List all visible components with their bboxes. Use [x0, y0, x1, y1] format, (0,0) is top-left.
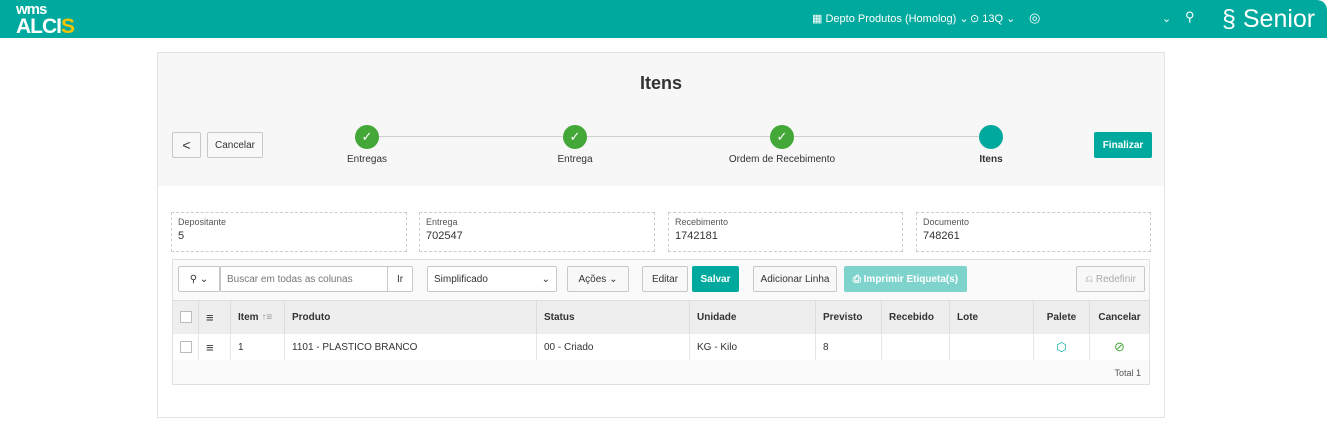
step-done-icon: ✓	[355, 125, 379, 149]
cell-previsto[interactable]: 8	[816, 334, 882, 360]
logo[interactable]: wms ALCIS	[16, 2, 75, 37]
items-grid: ⚲ ⌄ Buscar em todas as colunas Ir Simpli…	[172, 259, 1150, 385]
add-row-button[interactable]: Adicionar Linha	[753, 266, 837, 292]
search-column-selector[interactable]: ⚲ ⌄	[178, 266, 220, 292]
field-recebimento: Recebimento 1742181	[668, 212, 903, 252]
wizard-panel: Itens < Cancelar ✓ ✓ ✓ Entregas Entrega …	[157, 52, 1165, 418]
step-current-icon	[979, 125, 1003, 149]
cell-unidade[interactable]: KG - Kilo	[690, 334, 816, 360]
row-menu-icon[interactable]: ≡	[199, 334, 231, 360]
column-header-palete[interactable]: Palete	[1034, 300, 1090, 334]
cancel-button[interactable]: Cancelar	[207, 132, 263, 158]
wizard-header: Itens < Cancelar ✓ ✓ ✓ Entregas Entrega …	[158, 53, 1164, 186]
step-label: Itens	[979, 154, 1003, 165]
reset-button[interactable]: ⎌ Redefinir	[1076, 266, 1145, 292]
senior-logo: § Senior	[1222, 5, 1316, 33]
total-count: Total 1	[1114, 368, 1141, 378]
row-menu-icon[interactable]: ≡	[199, 300, 231, 334]
sort-asc-icon: ↑≡	[258, 311, 273, 323]
search-input[interactable]: Buscar em todas as colunas	[220, 266, 388, 292]
back-button[interactable]: <	[172, 132, 201, 158]
column-header-recebido[interactable]: Recebido	[882, 300, 950, 334]
row-checkbox[interactable]	[173, 334, 199, 360]
actions-menu[interactable]: Ações ⌄	[567, 266, 629, 292]
field-entrega: Entrega 702547	[419, 212, 655, 252]
building-icon: ▦	[812, 13, 826, 25]
column-header-lote[interactable]: Lote	[950, 300, 1034, 334]
reset-icon: ⎌	[1085, 273, 1096, 285]
select-all-checkbox[interactable]	[173, 300, 199, 334]
column-header-produto[interactable]: Produto	[285, 300, 537, 334]
column-header-status[interactable]: Status	[537, 300, 690, 334]
location-selector[interactable]: ⊙ 13Q ⌄	[970, 12, 1015, 25]
step-label: Entrega	[557, 154, 593, 165]
page-title: Itens	[639, 73, 682, 93]
field-documento: Documento 748261	[916, 212, 1151, 252]
cancel-icon[interactable]: ⊘	[1090, 334, 1150, 360]
cell-recebido[interactable]	[882, 334, 950, 360]
finish-button[interactable]: Finalizar	[1094, 132, 1152, 158]
pallet-icon[interactable]: ⬡	[1034, 334, 1090, 360]
cell-produto[interactable]: 1101 - PLASTICO BRANCO	[285, 334, 537, 360]
cell-item: 1	[231, 334, 285, 360]
progress-line	[367, 136, 991, 137]
go-button[interactable]: Ir	[387, 266, 413, 292]
step-label: Ordem de Recebimento	[728, 154, 836, 165]
print-labels-button[interactable]: ⎙ Imprimir Etiqueta(s)	[844, 266, 967, 292]
printer-icon: ⎙	[852, 273, 864, 285]
cell-status[interactable]: 00 - Criado	[537, 334, 690, 360]
column-header-cancelar[interactable]: Cancelar	[1090, 300, 1150, 334]
chevron-down-icon: ⌄	[541, 273, 550, 285]
field-depositante: Depositante 5	[171, 212, 407, 252]
step-label: Entregas	[346, 154, 388, 165]
search-icon: ⚲ ⌄	[189, 273, 209, 285]
column-header-item[interactable]: Item ↑≡	[231, 300, 285, 334]
edit-button[interactable]: Editar	[642, 266, 688, 292]
top-bar: wms ALCIS ▦ Depto Produtos (Homolog) ⌄ ⊙ …	[0, 0, 1327, 38]
column-header-unidade[interactable]: Unidade	[690, 300, 816, 334]
pin-icon: ⊙	[970, 13, 983, 25]
step-done-icon: ✓	[563, 125, 587, 149]
user-icon[interactable]: ◎	[1029, 10, 1040, 26]
step-done-icon: ✓	[770, 125, 794, 149]
search-icon[interactable]: ⚲	[1185, 9, 1195, 25]
view-select[interactable]: Simplificado ⌄	[427, 266, 557, 292]
cell-lote[interactable]	[950, 334, 1034, 360]
save-button[interactable]: Salvar	[692, 266, 739, 292]
depot-selector[interactable]: ▦ Depto Produtos (Homolog) ⌄	[812, 12, 969, 25]
chevron-down-icon[interactable]: ⌄	[1162, 12, 1171, 25]
column-header-previsto[interactable]: Previsto	[816, 300, 882, 334]
